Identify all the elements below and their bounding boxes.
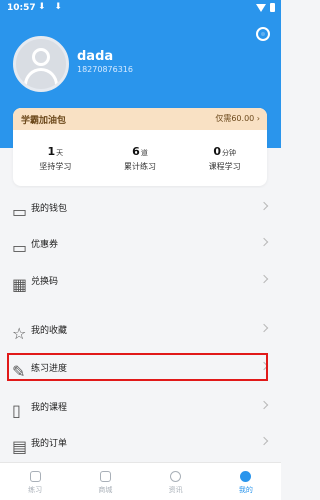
settings-icon[interactable]	[256, 27, 270, 41]
stats-row: 1天 坚持学习 6道 累计练习 0分钟 课程学习	[13, 130, 267, 186]
chevron-right-icon	[259, 237, 269, 247]
download-icons: ⬇ ⬇	[38, 2, 65, 12]
wifi-icon	[256, 3, 266, 12]
stat-label: 累计练习	[124, 161, 156, 171]
stat-unit: 天	[56, 148, 64, 157]
stat-value: 0	[213, 144, 221, 158]
grid-icon: ▦	[12, 275, 28, 294]
star-icon: ☆	[12, 324, 27, 343]
menu-item-label: 优惠券	[31, 240, 59, 250]
news-icon	[170, 471, 182, 482]
stat-label: 课程学习	[208, 161, 241, 171]
status-time: 10:57	[7, 3, 36, 13]
stat-days: 1天 坚持学习	[13, 145, 98, 172]
menu-item-label: 我的订单	[31, 439, 68, 449]
signal-battery-icons	[256, 3, 275, 12]
menu-item-favorites[interactable]: ☆ 我的收藏	[0, 312, 281, 348]
user-phone: 18270876316	[77, 65, 133, 74]
tab-label: 我的	[238, 486, 253, 494]
wallet-banner[interactable]: 学霸加油包 仅需60.00 ›	[13, 108, 267, 130]
book-icon: ▯	[12, 401, 21, 420]
highlight-box	[7, 353, 268, 381]
stat-exercises: 6道 累计练习	[98, 145, 183, 172]
stat-label: 坚持学习	[39, 161, 72, 171]
stat-course-minutes: 0分钟 课程学习	[182, 145, 267, 172]
tab-profile[interactable]: 我的	[211, 463, 281, 500]
chevron-right-icon	[259, 274, 269, 284]
battery-icon	[270, 3, 275, 12]
chevron-right-icon	[259, 436, 269, 446]
tab-label: 商城	[98, 486, 113, 494]
menu-item-redeem-code[interactable]: ▦ 兑换码	[0, 263, 281, 299]
tab-news[interactable]: 资讯	[141, 463, 211, 500]
tab-label: 资讯	[168, 486, 183, 494]
menu-item-orders[interactable]: ▤ 我的订单	[0, 425, 281, 461]
avatar-body-icon	[24, 68, 58, 89]
chevron-right-icon	[259, 400, 269, 410]
menu-item-label: 兑换码	[31, 277, 59, 287]
wallet-banner-title: 学霸加油包	[21, 116, 67, 126]
wallet-banner-price: 仅需60.00 ›	[215, 114, 260, 123]
menu-item-label: 我的收藏	[31, 326, 68, 336]
order-icon: ▤	[12, 437, 28, 456]
menu-item-label: 我的课程	[31, 403, 68, 413]
avatar[interactable]	[13, 36, 69, 92]
stat-value: 6	[132, 144, 140, 158]
practice-icon	[29, 471, 41, 482]
chevron-right-icon	[259, 201, 269, 211]
menu-item-coupon[interactable]: ▭ 优惠券	[0, 226, 281, 262]
coupon-icon: ▭	[12, 238, 28, 257]
avatar-head-icon	[32, 48, 50, 66]
stat-unit: 道	[140, 148, 148, 157]
tab-practice[interactable]: 练习	[0, 463, 70, 500]
stat-value: 1	[47, 144, 56, 158]
shop-icon	[99, 471, 111, 482]
chevron-right-icon	[259, 323, 269, 333]
status-bar: 10:57 ⬇ ⬇	[0, 0, 281, 18]
tab-shop[interactable]: 商城	[70, 463, 140, 500]
profile-icon	[240, 471, 252, 482]
menu-item-label: 我的钱包	[31, 204, 68, 214]
stat-unit: 分钟	[222, 148, 236, 157]
menu-item-wallet[interactable]: ▭ 我的钱包	[0, 190, 281, 226]
tab-label: 练习	[28, 486, 43, 494]
user-name: dada	[77, 49, 114, 64]
menu-item-courses[interactable]: ▯ 我的课程	[0, 389, 281, 425]
study-summary-card: 学霸加油包 仅需60.00 › 1天 坚持学习 6道 累计练习 0分钟 课程学习	[13, 108, 267, 186]
wallet-icon: ▭	[12, 202, 28, 221]
bottom-tab-bar: 练习 商城 资讯 我的	[0, 462, 281, 500]
